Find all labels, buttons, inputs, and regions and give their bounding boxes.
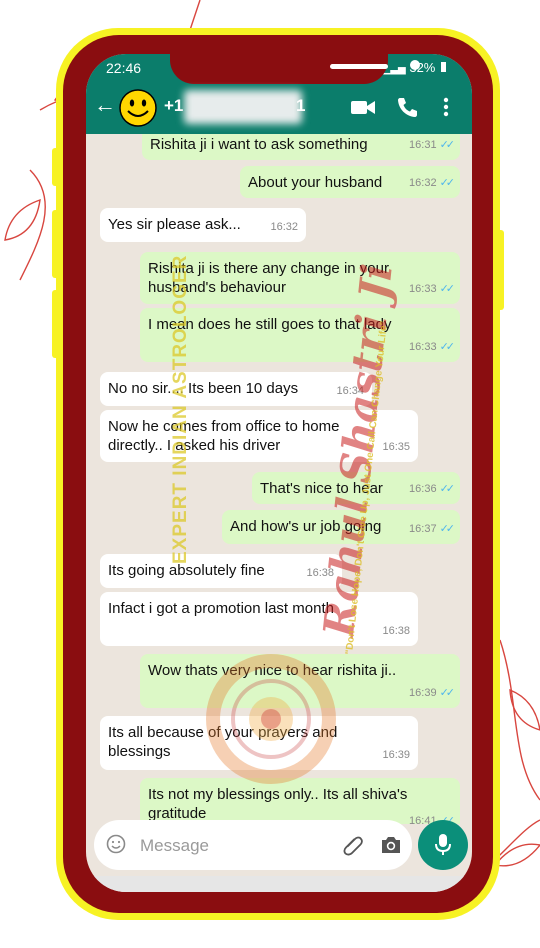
camera-notch (170, 54, 420, 84)
more-vertical-icon[interactable] (442, 96, 450, 118)
chat-header: ← +1 1 (86, 84, 472, 134)
message-text: And how's ur job going (230, 518, 382, 535)
message-time: 16:33 (409, 341, 437, 353)
arrow-left-icon[interactable]: ← (94, 94, 116, 116)
message-text: Now he comes from office to home directl… (108, 418, 340, 454)
message-time: 16:33 (409, 283, 437, 295)
smiley-face-icon[interactable] (118, 88, 158, 128)
camera-icon[interactable] (378, 832, 404, 858)
phone-power-button (496, 230, 504, 310)
message-bubble-incoming[interactable]: No no sir.... Its been 10 days 16:34 (100, 372, 372, 406)
phone-icon[interactable] (396, 96, 418, 118)
message-text: Yes sir please ask... (108, 216, 241, 233)
emoji-icon[interactable] (106, 834, 126, 854)
message-bubble-outgoing[interactable]: Wow thats very nice to hear rishita ji..… (140, 654, 460, 708)
message-time: 16:32 (270, 221, 298, 233)
message-bubble-outgoing[interactable]: About your husband 16:32 ✓✓ (240, 166, 460, 198)
message-bubble-incoming[interactable]: Its all because of your prayers and bles… (100, 716, 418, 770)
message-time: 16:34 (336, 385, 364, 397)
message-time: 16:32 (409, 177, 437, 189)
double-check-icon: ✓✓ (439, 177, 456, 189)
message-bubble-outgoing[interactable]: And how's ur job going 16:37 ✓✓ (222, 510, 460, 544)
phone-side-button (52, 148, 60, 186)
message-time: 16:39 (409, 687, 437, 699)
message-bubble-incoming[interactable]: Its going absolutely fine 16:38 (100, 554, 342, 588)
double-check-icon: ✓✓ (439, 341, 456, 353)
double-check-icon: ✓✓ (439, 283, 456, 295)
message-bubble-outgoing[interactable]: I mean does he still goes to that lady 1… (140, 308, 460, 362)
message-bubble-outgoing[interactable]: Rishita ji i want to ask something 16:31… (142, 134, 460, 160)
battery-icon (441, 62, 446, 72)
redacted-number (184, 90, 302, 124)
message-text: I mean does he still goes to that lady (148, 316, 392, 333)
microphone-button[interactable] (418, 820, 468, 870)
status-time: 22:46 (106, 60, 142, 76)
message-time: 16:31 (409, 139, 437, 151)
contact-name-suffix: 1 (296, 96, 306, 115)
message-text: About your husband (248, 174, 383, 191)
message-list[interactable]: Rishita ji i want to ask something 16:31… (86, 134, 472, 824)
message-text: Infact i got a promotion last month (108, 600, 334, 617)
video-call-icon[interactable] (350, 96, 376, 118)
double-check-icon: ✓✓ (439, 139, 456, 151)
double-check-icon: ✓✓ (439, 483, 456, 495)
message-bubble-outgoing[interactable]: That's nice to hear 16:36 ✓✓ (252, 472, 460, 504)
message-bubble-incoming[interactable]: Infact i got a promotion last month 16:3… (100, 592, 418, 646)
speaker-grille (330, 64, 388, 69)
message-bubble-outgoing[interactable]: Rishita ji is there any change in your h… (140, 252, 460, 304)
message-text: That's nice to hear (260, 480, 383, 497)
message-composer (94, 820, 412, 870)
contact-name[interactable]: +1 (164, 96, 183, 116)
paperclip-icon[interactable] (340, 832, 366, 858)
message-text: Its going absolutely fine (108, 562, 265, 579)
phone-side-button (52, 290, 60, 358)
double-check-icon: ✓✓ (439, 687, 456, 699)
message-time: 16:38 (382, 625, 410, 637)
message-text: Wow thats very nice to hear rishita ji.. (148, 662, 397, 679)
message-text: No no sir.... Its been 10 days (108, 380, 299, 397)
navigation-bar (86, 876, 472, 892)
message-text: Rishita ji is there any change in your h… (148, 260, 389, 296)
phone-screen: 22:46 ▁▃▅ 32% ← +1 1 Rishita ji i want t… (86, 54, 472, 892)
message-text: Its all because of your prayers and bles… (108, 724, 338, 760)
message-bubble-outgoing[interactable]: Its not my blessings only.. Its all shiv… (140, 778, 460, 824)
double-check-icon: ✓✓ (439, 523, 456, 535)
message-bubble-incoming[interactable]: Now he comes from office to home directl… (100, 410, 418, 462)
message-time: 16:35 (382, 441, 410, 453)
message-time: 16:39 (382, 749, 410, 761)
microphone-icon (435, 834, 451, 855)
message-time: 16:38 (306, 567, 334, 579)
message-bubble-incoming[interactable]: Yes sir please ask... 16:32 (100, 208, 306, 242)
message-input[interactable] (138, 832, 312, 860)
message-time: 16:37 (409, 523, 437, 535)
phone-side-button (52, 210, 60, 278)
front-camera (410, 60, 420, 70)
message-time: 16:36 (409, 483, 437, 495)
message-text: Its not my blessings only.. Its all shiv… (148, 786, 408, 822)
message-text: Rishita ji i want to ask something (150, 136, 368, 153)
